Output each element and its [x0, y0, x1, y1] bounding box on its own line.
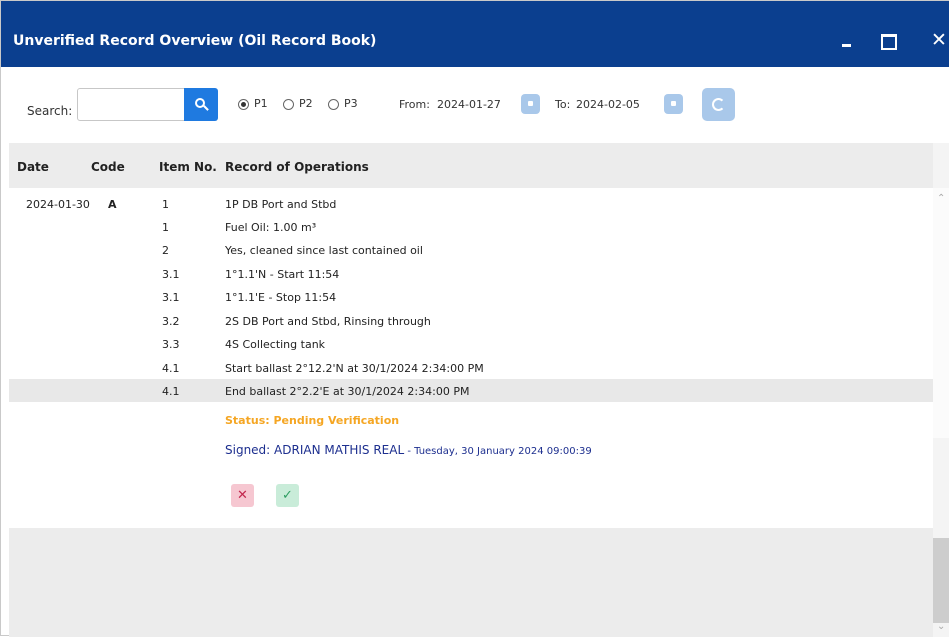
operation-text: 2S DB Port and Stbd, Rinsing through	[225, 315, 431, 328]
search-input[interactable]	[77, 88, 185, 121]
calendar-icon[interactable]	[521, 94, 540, 114]
window-title: Unverified Record Overview (Oil Record B…	[13, 33, 377, 49]
operation-text: Start ballast 2°12.2'N at 30/1/2024 2:34…	[225, 362, 484, 375]
column-header-date[interactable]: Date	[17, 160, 49, 174]
operation-text: 4S Collecting tank	[225, 338, 326, 351]
reject-button[interactable]: ✕	[231, 484, 254, 507]
record-row[interactable]: 2024-01-30 A 1 1P DB Port and Stbd 1 Fue…	[9, 188, 933, 528]
approve-button[interactable]: ✓	[276, 484, 299, 507]
refresh-button[interactable]	[702, 88, 735, 121]
grid-header: Date Code Item No. Record of Operations	[9, 143, 933, 188]
from-date-field[interactable]: 2024-01-27	[437, 98, 501, 111]
signed-by: Signed: ADRIAN MATHIS REAL	[225, 443, 405, 457]
title-bar[interactable]: Unverified Record Overview (Oil Record B…	[1, 1, 949, 67]
radio-dot-icon	[328, 99, 339, 110]
vertical-scrollbar[interactable]: ⌃ ⌄	[933, 143, 949, 637]
item-no: 3.2	[162, 315, 180, 328]
item-no: 3.1	[162, 291, 180, 304]
minimize-icon[interactable]	[837, 29, 859, 51]
records-grid: Date Code Item No. Record of Operations …	[9, 143, 949, 637]
item-no: 3.1	[162, 268, 180, 281]
search-icon-handle	[203, 105, 209, 111]
status-badge: Status: Pending Verification	[225, 414, 400, 427]
search-button[interactable]	[184, 88, 218, 121]
radio-label: P2	[299, 97, 313, 110]
radio-dot-icon	[283, 99, 294, 110]
refresh-icon	[712, 98, 725, 111]
scroll-track[interactable]	[933, 188, 949, 438]
calendar-icon[interactable]	[664, 94, 683, 114]
item-no: 3.3	[162, 338, 180, 351]
item-no: 2	[162, 244, 169, 257]
maximize-icon[interactable]	[877, 29, 899, 51]
item-no: 1	[162, 198, 169, 211]
record-date: 2024-01-30	[26, 198, 90, 211]
scroll-down-icon[interactable]: ⌄	[937, 621, 945, 632]
to-date-field[interactable]: 2024-02-05	[576, 98, 640, 111]
column-header-code[interactable]: Code	[91, 160, 125, 174]
scroll-thumb[interactable]	[933, 538, 949, 623]
radio-label: P1	[254, 97, 268, 110]
from-label: From:	[399, 98, 430, 111]
highlighted-row	[9, 379, 933, 402]
to-label: To:	[555, 98, 571, 111]
scroll-up-icon[interactable]: ⌃	[937, 193, 945, 204]
operation-text: 1°1.1'N - Start 11:54	[225, 268, 340, 281]
column-header-record-of-operations[interactable]: Record of Operations	[225, 160, 369, 174]
operation-text: Fuel Oil: 1.00 m³	[225, 221, 317, 234]
item-no: 1	[162, 221, 169, 234]
radio-dot-icon	[238, 99, 249, 110]
operation-text: 1°1.1'E - Stop 11:54	[225, 291, 337, 304]
operation-text: 1P DB Port and Stbd	[225, 198, 337, 211]
signed-date: - Tuesday, 30 January 2024 09:00:39	[404, 446, 592, 457]
operation-text: Yes, cleaned since last contained oil	[225, 244, 423, 257]
signature-line: Signed: ADRIAN MATHIS REAL - Tuesday, 30…	[225, 443, 592, 457]
operation-text: End ballast 2°2.2'E at 30/1/2024 2:34:00…	[225, 385, 470, 398]
radio-label: P3	[344, 97, 358, 110]
close-icon[interactable]: ✕	[928, 29, 949, 51]
filter-toolbar: Search: P1 P2 P3 From: 2024-01-27 To: 20…	[1, 67, 949, 143]
record-code: A	[108, 198, 117, 211]
item-no: 4.1	[162, 385, 180, 398]
item-no: 4.1	[162, 362, 180, 375]
search-label: Search:	[27, 104, 73, 118]
record-overview-window: Unverified Record Overview (Oil Record B…	[0, 0, 949, 637]
column-header-item-no[interactable]: Item No.	[159, 160, 217, 174]
